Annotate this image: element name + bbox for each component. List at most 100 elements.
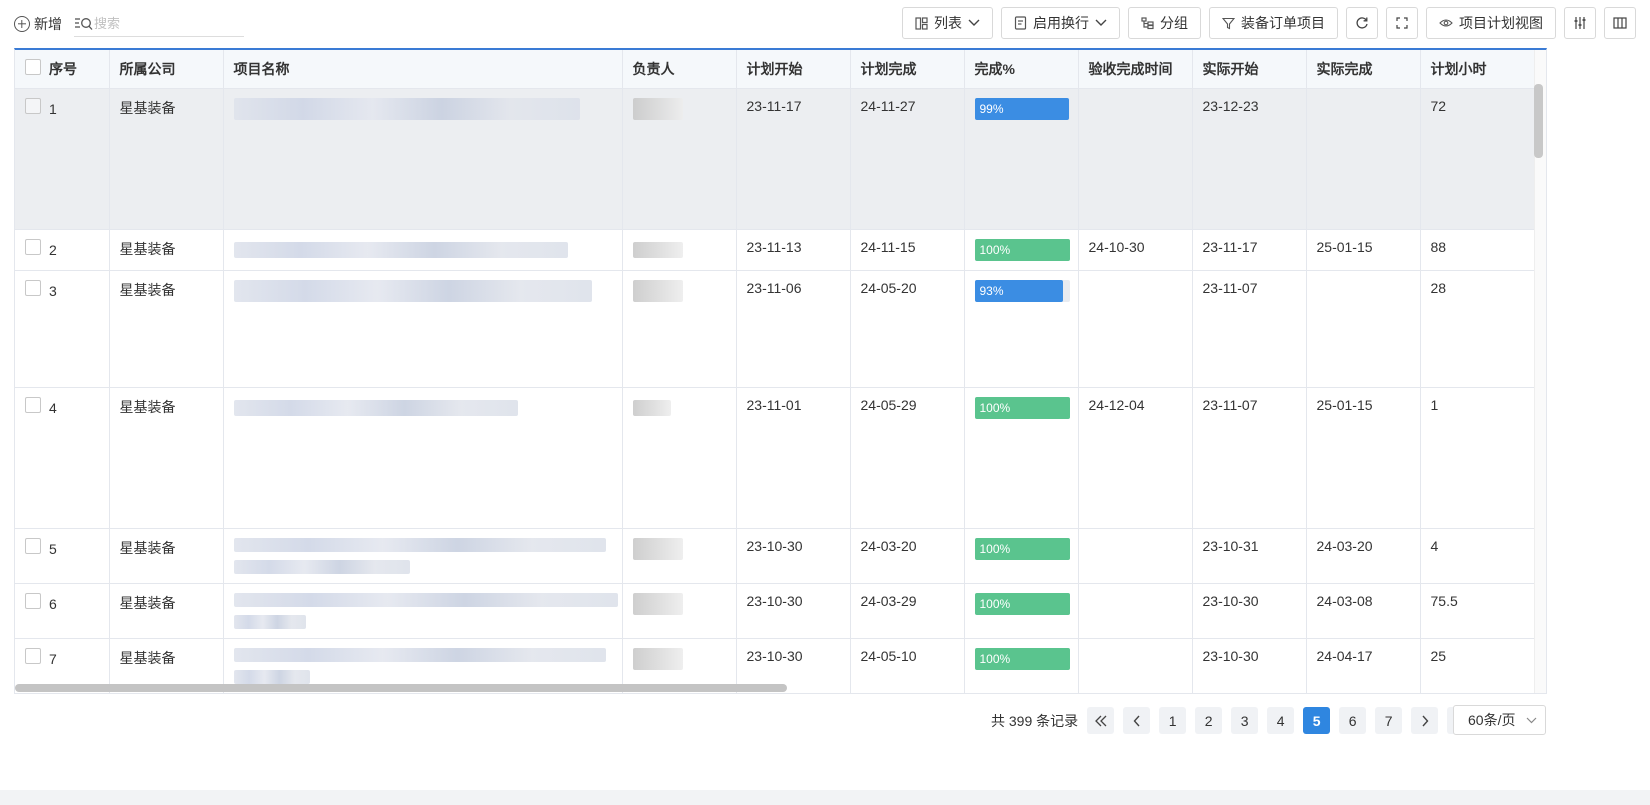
plan-hours-cell: 75.5 — [1420, 583, 1535, 639]
redacted-owner — [632, 648, 683, 670]
plan-end-cell: 24-11-27 — [850, 88, 965, 230]
acceptance-cell: 24-12-04 — [1078, 387, 1193, 529]
redacted-owner — [632, 242, 683, 258]
column-settings-button[interactable] — [1564, 7, 1596, 39]
plan-end-cell: 24-05-20 — [850, 270, 965, 388]
redacted-project-name — [233, 670, 310, 684]
group-button[interactable]: 分组 — [1128, 7, 1201, 39]
progress-bar: 99% — [974, 98, 1070, 120]
header-completion[interactable]: 完成% — [964, 50, 1079, 89]
row-checkbox[interactable] — [25, 538, 41, 554]
completion-cell: 93% — [964, 270, 1079, 388]
first-page-button[interactable] — [1087, 707, 1115, 734]
page-7[interactable]: 7 — [1375, 707, 1403, 734]
plan-hours-cell: 88 — [1420, 229, 1535, 271]
row-checkbox[interactable] — [25, 397, 41, 413]
refresh-button[interactable] — [1346, 7, 1378, 39]
actual-end-cell: 24-04-17 — [1306, 638, 1421, 693]
wrap-toggle-button[interactable]: 启用换行 — [1001, 7, 1120, 39]
row-checkbox[interactable] — [25, 98, 41, 114]
horizontal-scrollbar-thumb[interactable] — [15, 684, 787, 692]
new-button[interactable]: 新增 — [14, 14, 62, 34]
chevron-right-icon — [1422, 715, 1429, 726]
completion-cell: 100% — [964, 638, 1079, 693]
header-actual-start[interactable]: 实际开始 — [1192, 50, 1307, 89]
vertical-scrollbar-track[interactable] — [1534, 50, 1546, 693]
chevron-down-icon — [1095, 19, 1107, 26]
plan-view-button[interactable]: 项目计划视图 — [1426, 7, 1556, 39]
tree-icon — [1141, 16, 1154, 29]
table-row[interactable]: 1 星基装备 23-11-17 24-11-27 99% 23-12-23 72 — [15, 88, 1546, 230]
page-size-select[interactable]: 60条/页 — [1453, 705, 1546, 735]
company-cell: 星基装备 — [109, 270, 224, 388]
actual-start-cell: 23-10-30 — [1192, 583, 1307, 639]
plan-hours-cell: 28 — [1420, 270, 1535, 388]
plan-start-cell: 23-11-13 — [736, 229, 851, 271]
page-2[interactable]: 2 — [1195, 707, 1223, 734]
page-size-value: 60条/页 — [1468, 712, 1516, 728]
acceptance-cell — [1078, 583, 1193, 639]
redacted-owner — [632, 400, 671, 416]
completion-cell: 100% — [964, 528, 1079, 584]
header-company[interactable]: 所属公司 — [109, 50, 224, 89]
project-name-cell — [223, 270, 623, 388]
completion-cell: 99% — [964, 88, 1079, 230]
search-input[interactable] — [94, 16, 234, 31]
owner-cell — [622, 583, 737, 639]
header-project-name[interactable]: 项目名称 — [223, 50, 623, 89]
table-row[interactable]: 5 星基装备 23-10-30 24-03-20 100% 23-10-31 2… — [15, 528, 1546, 584]
vertical-scrollbar-thumb[interactable] — [1534, 84, 1543, 158]
redacted-project-name — [233, 400, 518, 416]
filter-button[interactable]: 装备订单项目 — [1209, 7, 1338, 39]
search-box — [74, 11, 244, 37]
table-row[interactable]: 2 星基装备 23-11-13 24-11-15 100% 24-10-30 2… — [15, 229, 1546, 271]
fullscreen-icon — [1396, 17, 1408, 29]
actual-end-cell: 25-01-15 — [1306, 387, 1421, 529]
list-view-label: 列表 — [934, 15, 962, 31]
layout-icon — [915, 16, 928, 30]
actual-end-cell: 25-01-15 — [1306, 229, 1421, 271]
prev-page-button[interactable] — [1123, 707, 1151, 734]
select-all-checkbox[interactable] — [25, 59, 41, 75]
row-checkbox[interactable] — [25, 648, 41, 664]
page-1[interactable]: 1 — [1159, 707, 1187, 734]
redacted-project-name — [233, 560, 410, 574]
header-actual-end[interactable]: 实际完成 — [1306, 50, 1421, 89]
header-plan-end[interactable]: 计划完成 — [850, 50, 965, 89]
columns-button[interactable] — [1604, 7, 1636, 39]
actual-start-cell: 23-10-31 — [1192, 528, 1307, 584]
redacted-owner — [632, 280, 683, 302]
wrap-toggle-label: 启用换行 — [1033, 15, 1089, 31]
redacted-owner — [632, 593, 683, 615]
redacted-project-name — [233, 242, 568, 258]
toolbar-left: 新增 — [14, 10, 244, 38]
header-plan-start[interactable]: 计划开始 — [736, 50, 851, 89]
header-acceptance-time[interactable]: 验收完成时间 — [1078, 50, 1193, 89]
next-page-button[interactable] — [1411, 707, 1439, 734]
progress-bar: 100% — [974, 397, 1070, 419]
row-checkbox[interactable] — [25, 239, 41, 255]
page-5-current[interactable]: 5 — [1303, 707, 1331, 734]
table-row[interactable]: 4 星基装备 23-11-01 24-05-29 100% 24-12-04 2… — [15, 387, 1546, 529]
row-checkbox[interactable] — [25, 593, 41, 609]
filter-label: 装备订单项目 — [1241, 15, 1325, 31]
fullscreen-button[interactable] — [1386, 7, 1418, 39]
project-name-cell — [223, 229, 623, 271]
progress-bar: 100% — [974, 648, 1070, 670]
page-4[interactable]: 4 — [1267, 707, 1295, 734]
redacted-project-name — [233, 98, 580, 120]
progress-bar: 93% — [974, 280, 1070, 302]
plan-end-cell: 24-05-10 — [850, 638, 965, 693]
header-plan-hours[interactable]: 计划小时 — [1420, 50, 1535, 89]
redacted-project-name — [233, 280, 592, 302]
page-6[interactable]: 6 — [1339, 707, 1367, 734]
plan-start-cell: 23-11-01 — [736, 387, 851, 529]
filter-icon — [1222, 17, 1235, 29]
list-view-button[interactable]: 列表 — [902, 7, 993, 39]
header-owner[interactable]: 负责人 — [622, 50, 737, 89]
plan-start-cell: 23-10-30 — [736, 528, 851, 584]
table-row[interactable]: 3 星基装备 23-11-06 24-05-20 93% 23-11-07 28 — [15, 270, 1546, 388]
row-checkbox[interactable] — [25, 280, 41, 296]
table-row[interactable]: 6 星基装备 23-10-30 24-03-29 100% 23-10-30 2… — [15, 583, 1546, 639]
page-3[interactable]: 3 — [1231, 707, 1259, 734]
